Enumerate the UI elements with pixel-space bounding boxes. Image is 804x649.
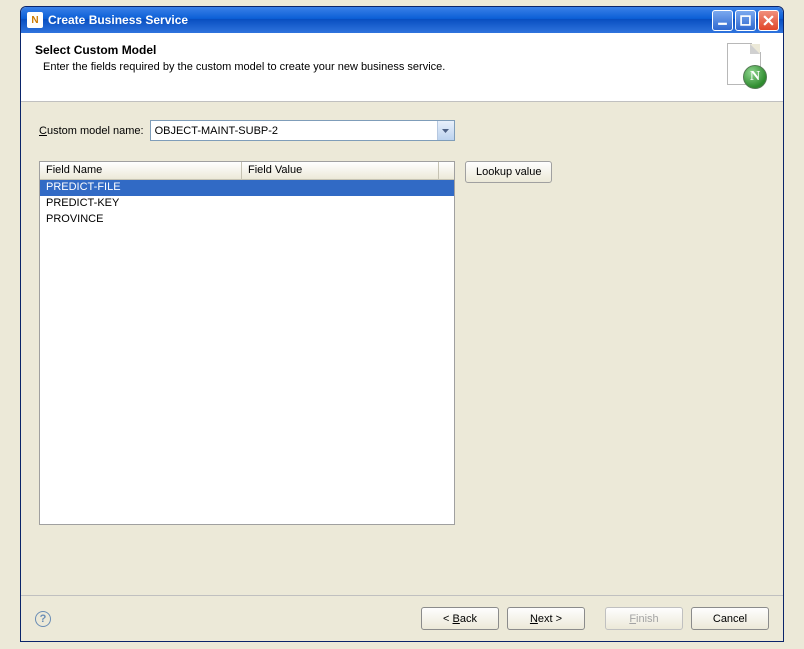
- page-description: Enter the fields required by the custom …: [43, 61, 715, 73]
- maximize-icon: [740, 15, 751, 26]
- model-name-row: Custom model name: OBJECT-MAINT-SUBP-2: [39, 120, 765, 141]
- close-button[interactable]: [758, 10, 779, 31]
- app-icon: N: [27, 12, 43, 28]
- content-area: Custom model name: OBJECT-MAINT-SUBP-2 F…: [21, 102, 783, 595]
- table-row[interactable]: [40, 452, 454, 468]
- table-row[interactable]: [40, 404, 454, 420]
- titlebar[interactable]: N Create Business Service: [21, 7, 783, 33]
- help-button[interactable]: ?: [35, 611, 51, 627]
- window-title: Create Business Service: [48, 13, 188, 27]
- cell-value: [242, 196, 454, 212]
- minimize-icon: [717, 15, 728, 26]
- table-row[interactable]: [40, 356, 454, 372]
- wizard-window: N Create Business Service Select Custom …: [20, 6, 784, 642]
- wizard-icon: N: [725, 43, 767, 89]
- table-row[interactable]: [40, 324, 454, 340]
- page-title: Select Custom Model: [35, 43, 715, 57]
- table-row[interactable]: [40, 260, 454, 276]
- col-spacer: [438, 162, 454, 179]
- table-row[interactable]: [40, 308, 454, 324]
- lookup-value-button[interactable]: Lookup value: [465, 161, 552, 183]
- model-name-value: OBJECT-MAINT-SUBP-2: [155, 125, 437, 137]
- table-row[interactable]: [40, 292, 454, 308]
- wizard-footer: ? < Back Next > Finish Cancel: [21, 595, 783, 641]
- maximize-button[interactable]: [735, 10, 756, 31]
- table-row[interactable]: [40, 388, 454, 404]
- next-button[interactable]: Next >: [507, 607, 585, 630]
- table-row[interactable]: [40, 276, 454, 292]
- table-row[interactable]: [40, 228, 454, 244]
- chevron-down-icon: [442, 129, 449, 133]
- table-row[interactable]: [40, 372, 454, 388]
- cell-name: PROVINCE: [40, 212, 242, 228]
- back-button[interactable]: < Back: [421, 607, 499, 630]
- combo-dropdown-button[interactable]: [437, 121, 454, 140]
- field-grid[interactable]: Field Name Field Value PREDICT-FILE PRED…: [39, 161, 455, 525]
- cell-value: [242, 212, 454, 228]
- col-field-value[interactable]: Field Value: [242, 162, 438, 179]
- col-field-name[interactable]: Field Name: [40, 162, 242, 179]
- table-row[interactable]: [40, 500, 454, 516]
- wizard-header: Select Custom Model Enter the fields req…: [21, 33, 783, 102]
- table-row[interactable]: [40, 420, 454, 436]
- table-row[interactable]: PROVINCE: [40, 212, 454, 228]
- grid-header[interactable]: Field Name Field Value: [40, 162, 454, 180]
- table-row[interactable]: PREDICT-KEY: [40, 196, 454, 212]
- cell-value: [242, 180, 454, 196]
- cell-name: PREDICT-FILE: [40, 180, 242, 196]
- table-row[interactable]: PREDICT-FILE: [40, 180, 454, 196]
- minimize-button[interactable]: [712, 10, 733, 31]
- grid-body[interactable]: PREDICT-FILE PREDICT-KEY PROVINCE: [40, 180, 454, 524]
- cancel-button[interactable]: Cancel: [691, 607, 769, 630]
- table-area: Field Name Field Value PREDICT-FILE PRED…: [39, 161, 765, 525]
- finish-button: Finish: [605, 607, 683, 630]
- model-name-label: Custom model name:: [39, 125, 144, 137]
- table-row[interactable]: [40, 340, 454, 356]
- model-name-combo[interactable]: OBJECT-MAINT-SUBP-2: [150, 120, 455, 141]
- close-icon: [763, 15, 774, 26]
- n-badge-icon: N: [743, 65, 767, 89]
- cell-name: PREDICT-KEY: [40, 196, 242, 212]
- table-row[interactable]: [40, 244, 454, 260]
- table-row[interactable]: [40, 468, 454, 484]
- table-row[interactable]: [40, 436, 454, 452]
- table-row[interactable]: [40, 484, 454, 500]
